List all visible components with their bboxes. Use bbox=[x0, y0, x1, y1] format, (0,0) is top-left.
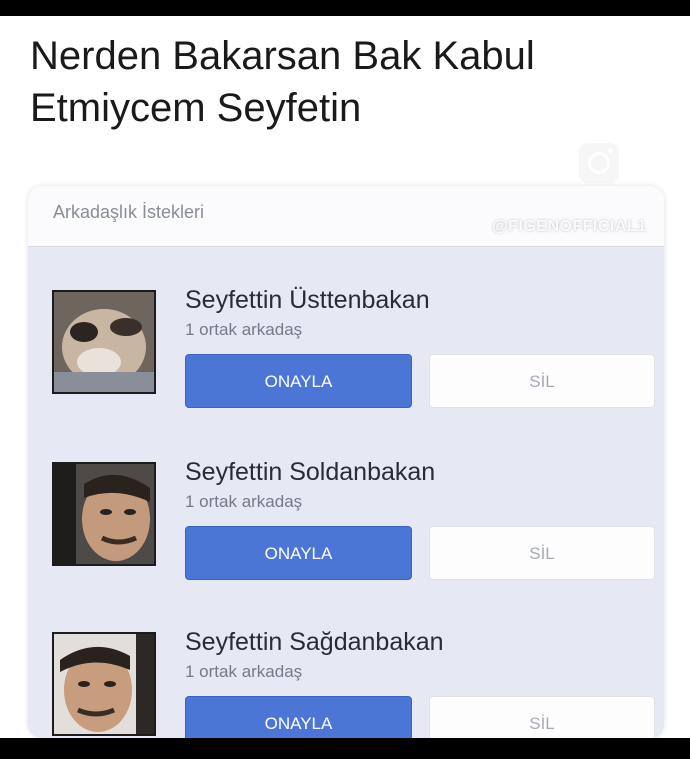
meme-title: Nerden Bakarsan Bak Kabul Etmiycem Seyfe… bbox=[30, 30, 670, 134]
instagram-dot bbox=[608, 148, 613, 153]
avatar-photo-left bbox=[54, 464, 154, 564]
mutual-friends: 1 ortak arkadaş bbox=[185, 320, 303, 339]
panel-header: Arkadaşlık İstekleri @FIGENOFFICIAL1 bbox=[28, 186, 664, 247]
delete-button[interactable]: SİL bbox=[429, 354, 655, 408]
friend-requests-panel: Arkadaşlık İstekleri @FIGENOFFICIAL1 Sey… bbox=[28, 186, 664, 738]
meme-title-line-2: Etmiycem Seyfetin bbox=[30, 86, 362, 130]
requester-name[interactable]: Seyfettin Üsttenbakan bbox=[185, 286, 430, 315]
instagram-icon bbox=[576, 140, 622, 186]
mutual-friends: 1 ortak arkadaş bbox=[185, 492, 303, 511]
panel-title: Arkadaşlık İstekleri bbox=[53, 202, 205, 222]
confirm-button[interactable]: ONAYLA bbox=[185, 696, 412, 738]
delete-button[interactable]: SİL bbox=[429, 526, 655, 580]
friend-request-1: Seyfettin Üsttenbakan 1 ortak arkadaş ON… bbox=[28, 286, 664, 440]
avatar-photo-top bbox=[54, 292, 154, 392]
bottom-black-bar bbox=[0, 738, 690, 759]
top-black-bar bbox=[0, 0, 690, 16]
watermark: @FIGENOFFICIAL1 bbox=[492, 218, 647, 235]
avatar[interactable] bbox=[52, 290, 156, 394]
avatar-photo-right bbox=[54, 634, 154, 734]
instagram-lens bbox=[588, 152, 610, 174]
avatar[interactable] bbox=[52, 462, 156, 566]
mutual-friends: 1 ortak arkadaş bbox=[185, 662, 303, 681]
confirm-button[interactable]: ONAYLA bbox=[185, 354, 412, 408]
friend-request-3: Seyfettin Sağdanbakan 1 ortak arkadaş ON… bbox=[28, 628, 664, 738]
requester-name[interactable]: Seyfettin Sağdanbakan bbox=[185, 628, 444, 657]
confirm-button[interactable]: ONAYLA bbox=[185, 526, 412, 580]
friend-request-2: Seyfettin Soldanbakan 1 ortak arkadaş ON… bbox=[28, 458, 664, 612]
requester-name[interactable]: Seyfettin Soldanbakan bbox=[185, 458, 435, 487]
avatar[interactable] bbox=[52, 632, 156, 736]
delete-button[interactable]: SİL bbox=[429, 696, 655, 738]
meme-title-line-1: Nerden Bakarsan Bak Kabul bbox=[30, 34, 535, 78]
